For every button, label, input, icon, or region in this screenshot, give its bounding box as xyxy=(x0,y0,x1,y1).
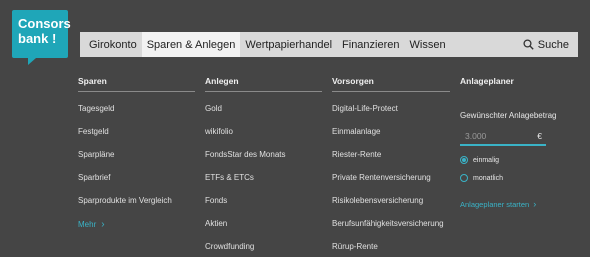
nav-item-sparen-anlegen[interactable]: Sparen & Anlegen xyxy=(141,32,241,57)
amount-label: Gewünschter Anlagebetrag xyxy=(460,111,557,120)
anlageplaner-starten-link[interactable]: Anlageplaner starten › xyxy=(460,199,578,209)
amount-placeholder: 3.000 xyxy=(465,131,487,141)
menu-item-festgeld[interactable]: Festgeld xyxy=(78,120,195,143)
menu-item-fonds[interactable]: Fonds xyxy=(205,189,322,212)
column-vorsorgen: Vorsorgen Digital-Life-Protect Einmalanl… xyxy=(332,76,450,257)
search-icon xyxy=(523,39,534,50)
logo-line-1: Consors xyxy=(18,16,71,31)
column-anlegen: Anlegen Gold wikifolio FondsStar des Mon… xyxy=(205,76,322,257)
column-sparen: Sparen Tagesgeld Festgeld Sparpläne Spar… xyxy=(78,76,195,212)
radio-checked-icon xyxy=(460,156,468,164)
nav-item-wertpapierhandel[interactable]: Wertpapierhandel xyxy=(240,32,337,57)
column-heading-vorsorgen: Vorsorgen xyxy=(332,76,450,92)
consorsbank-logo[interactable]: Consors bank ! xyxy=(12,10,71,58)
menu-item-etfs-etcs[interactable]: ETFs & ETCs xyxy=(205,166,322,189)
radio-label-einmalig: einmalig xyxy=(473,156,500,164)
planner-heading: Anlageplaner xyxy=(460,76,514,86)
main-nav: Girokonto Sparen & Anlegen Wertpapierhan… xyxy=(80,32,578,57)
nav-item-wissen[interactable]: Wissen xyxy=(405,32,451,57)
menu-item-private-rentenversicherung[interactable]: Private Rentenversicherung xyxy=(332,166,450,189)
nav-item-finanzieren[interactable]: Finanzieren xyxy=(337,32,404,57)
menu-item-ruerup-rente[interactable]: Rürup-Rente xyxy=(332,235,450,257)
menu-item-crowdfunding[interactable]: Crowdfunding xyxy=(205,235,322,257)
radio-einmalig[interactable]: einmalig xyxy=(460,156,578,164)
menu-item-aktien[interactable]: Aktien xyxy=(205,212,322,235)
anlageplaner-panel: Anlageplaner Gewünschter Anlagebetrag 3.… xyxy=(460,76,578,209)
logo-tail xyxy=(28,58,36,65)
more-link[interactable]: Mehr › xyxy=(78,219,105,230)
menu-item-wikifolio[interactable]: wikifolio xyxy=(205,120,322,143)
column-heading-sparen: Sparen xyxy=(78,76,195,92)
menu-item-sparplaene[interactable]: Sparpläne xyxy=(78,143,195,166)
menu-item-digital-life-protect[interactable]: Digital-Life-Protect xyxy=(332,97,450,120)
logo-line-2: bank ! xyxy=(18,31,57,46)
more-label: Mehr xyxy=(78,220,97,229)
menu-item-tagesgeld[interactable]: Tagesgeld xyxy=(78,97,195,120)
currency-symbol: € xyxy=(537,131,542,141)
menu-item-berufsunfaehigkeitsversicherung[interactable]: Berufsunfähigkeitsversicherung xyxy=(332,212,450,235)
radio-monatlich[interactable]: monatlich xyxy=(460,174,578,182)
menu-item-risikolebensversicherung[interactable]: Risikolebensversicherung xyxy=(332,189,450,212)
planner-link-label: Anlageplaner starten xyxy=(460,199,530,209)
menu-item-gold[interactable]: Gold xyxy=(205,97,322,120)
chevron-right-icon: › xyxy=(533,199,537,209)
nav-item-girokonto[interactable]: Girokonto xyxy=(80,32,142,57)
chevron-right-icon: › xyxy=(101,219,105,230)
menu-item-fondsstar[interactable]: FondsStar des Monats xyxy=(205,143,322,166)
menu-item-einmalanlage[interactable]: Einmalanlage xyxy=(332,120,450,143)
menu-item-sparprodukte-vergleich[interactable]: Sparprodukte im Vergleich xyxy=(78,189,195,212)
menu-item-riester-rente[interactable]: Riester-Rente xyxy=(332,143,450,166)
radio-unchecked-icon xyxy=(460,174,468,182)
column-heading-anlegen: Anlegen xyxy=(205,76,322,92)
search-button[interactable]: Suche xyxy=(523,39,578,51)
menu-item-sparbrief[interactable]: Sparbrief xyxy=(78,166,195,189)
radio-label-monatlich: monatlich xyxy=(473,174,503,182)
search-label: Suche xyxy=(537,38,569,51)
amount-input[interactable]: 3.000 € xyxy=(460,128,546,146)
